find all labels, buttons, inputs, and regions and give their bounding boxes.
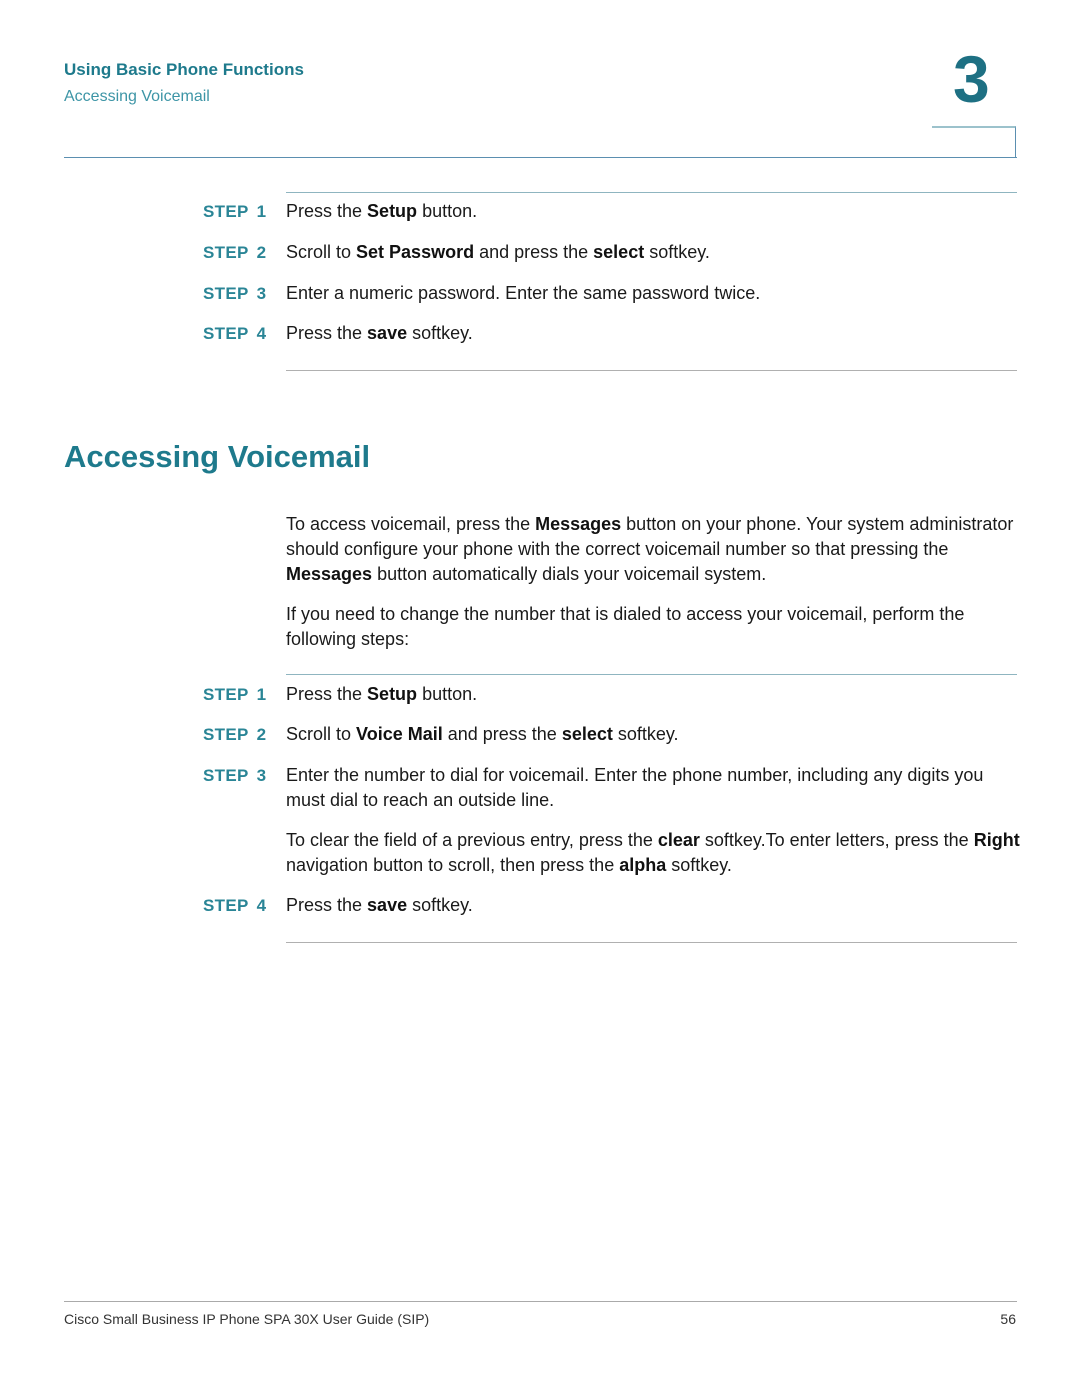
ui-term: Setup bbox=[367, 684, 418, 704]
ui-term: Right bbox=[973, 830, 1020, 850]
intro-paragraph-2: If you need to change the number that is… bbox=[286, 604, 965, 649]
section-title: Accessing Voicemail bbox=[64, 88, 210, 105]
step-label: STEP 4 bbox=[203, 324, 267, 343]
ui-term: select bbox=[561, 724, 613, 744]
ui-term: save bbox=[367, 895, 408, 915]
ui-term: Setup bbox=[367, 201, 418, 221]
ui-term: alpha bbox=[619, 855, 667, 875]
ui-term: Messages bbox=[286, 564, 373, 584]
ui-term: clear bbox=[657, 830, 700, 850]
step-text: Scroll to Voice Mail and press the selec… bbox=[286, 724, 679, 744]
step-text: Enter the number to dial for voicemail. … bbox=[286, 765, 984, 810]
ui-term: select bbox=[593, 242, 645, 262]
step-label: STEP 2 bbox=[203, 725, 267, 744]
step-label: STEP 4 bbox=[203, 896, 267, 915]
step-label: STEP 1 bbox=[203, 685, 267, 704]
step-note: To clear the field of a previous entry, … bbox=[286, 830, 1020, 875]
step-text: Press the Setup button. bbox=[286, 201, 478, 221]
footer-title: Cisco Small Business IP Phone SPA 30X Us… bbox=[64, 1311, 430, 1327]
header-rule bbox=[64, 157, 1017, 158]
step-label: STEP 3 bbox=[203, 284, 267, 303]
footer-rule bbox=[64, 1301, 1017, 1302]
step-label: STEP 2 bbox=[203, 243, 267, 262]
ui-term: Set Password bbox=[356, 242, 475, 262]
procedure-top-rule bbox=[286, 674, 1017, 675]
step-text: Press the Setup button. bbox=[286, 684, 478, 704]
procedure-top-rule bbox=[286, 192, 1017, 193]
chapter-number-frame bbox=[932, 126, 1016, 158]
step-label: STEP 3 bbox=[203, 766, 267, 785]
ui-term: save bbox=[367, 323, 408, 343]
step-text: Press the save softkey. bbox=[286, 323, 473, 343]
chapter-number: 3 bbox=[953, 42, 990, 116]
page-number: 56 bbox=[1000, 1311, 1016, 1327]
step-text: Press the save softkey. bbox=[286, 895, 473, 915]
section-heading: Accessing Voicemail bbox=[64, 439, 371, 474]
procedure-bottom-rule bbox=[286, 370, 1017, 371]
chapter-title: Using Basic Phone Functions bbox=[64, 60, 304, 79]
procedure-bottom-rule bbox=[286, 942, 1017, 943]
step-text: Enter a numeric password. Enter the same… bbox=[286, 283, 761, 303]
intro-paragraph: To access voicemail, press the Messages … bbox=[286, 514, 1014, 584]
ui-term: Messages bbox=[535, 514, 622, 534]
ui-term: Voice Mail bbox=[356, 724, 443, 744]
step-label: STEP 1 bbox=[203, 202, 267, 221]
step-text: Scroll to Set Password and press the sel… bbox=[286, 242, 710, 262]
